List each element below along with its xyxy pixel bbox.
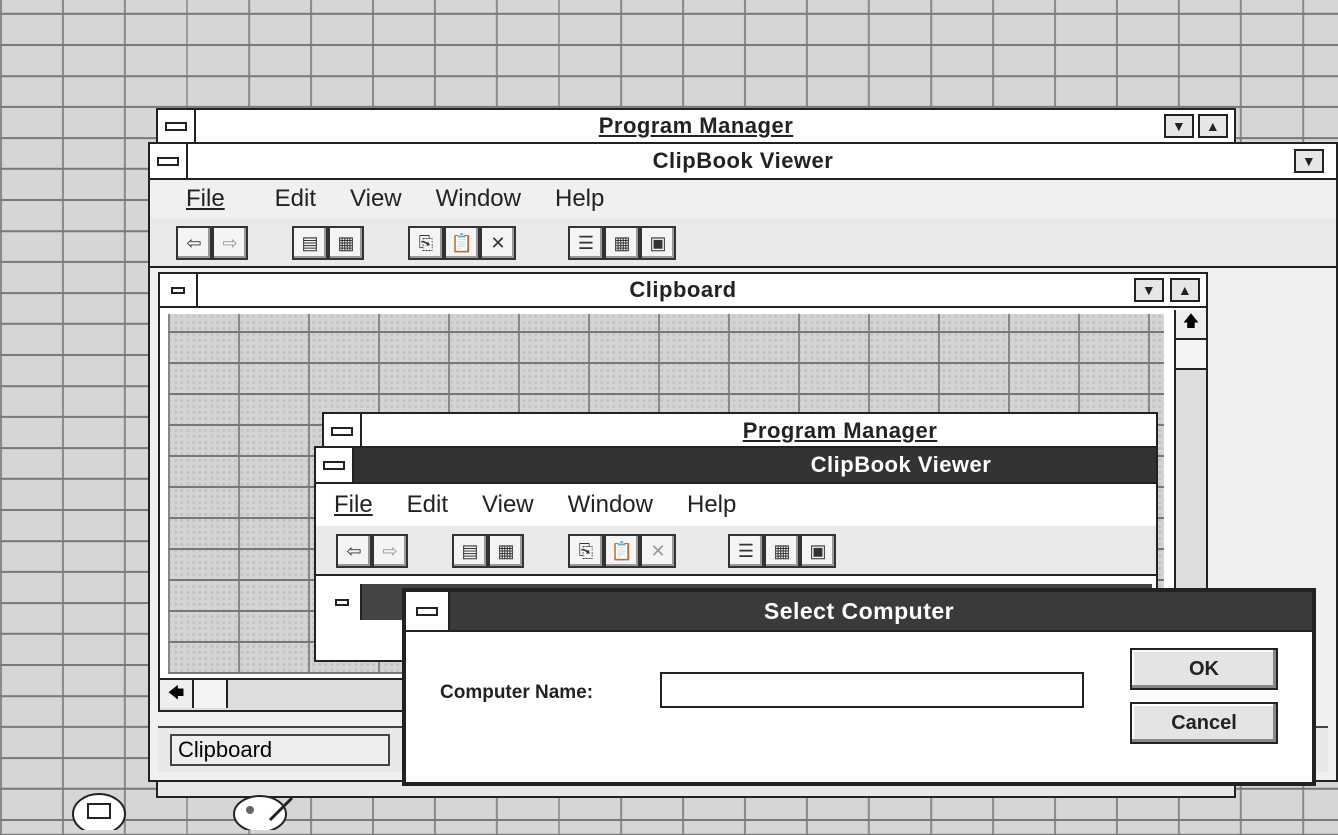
menu-view[interactable]: View: [350, 185, 402, 213]
clipboard-titlebar[interactable]: Clipboard ▼ ▲: [160, 274, 1206, 308]
paste-icon: 📋: [604, 534, 640, 568]
nested-menu-edit: Edit: [406, 491, 449, 518]
menu-help[interactable]: Help: [555, 185, 604, 213]
desktop-icon-1[interactable]: [66, 790, 132, 835]
nested-clipbook-title: ClipBook Viewer: [810, 452, 992, 477]
nested-menu-help: Help: [686, 491, 737, 518]
system-menu-icon: [165, 121, 187, 131]
nested-menu-file: File: [334, 491, 373, 518]
nested-system-menu: [324, 414, 362, 448]
clipbook-titlebar[interactable]: ClipBook Viewer ▼: [150, 144, 1336, 180]
clipboard-title: Clipboard: [629, 277, 737, 302]
maximize-button[interactable]: ▲: [1170, 278, 1200, 302]
program-manager-titlebar[interactable]: Program Manager ▼ ▲: [158, 110, 1234, 144]
program-group-icon: [72, 793, 126, 835]
disconnect-icon: ⇨: [372, 534, 408, 568]
desktop-icon-2[interactable]: [230, 790, 300, 833]
maximize-icon: ▲: [1177, 282, 1193, 298]
cancel-button[interactable]: Cancel: [1130, 702, 1278, 744]
nested-child-system-menu: [324, 584, 362, 620]
stop-sharing-icon[interactable]: ▦: [328, 226, 364, 260]
delete-icon[interactable]: ✕: [480, 226, 516, 260]
table-of-contents-icon: ☰: [728, 534, 764, 568]
share-icon[interactable]: ▤: [292, 226, 328, 260]
delete-icon: ✕: [640, 534, 676, 568]
menu-window[interactable]: Window: [436, 185, 521, 213]
thumbnails-icon[interactable]: ▦: [604, 226, 640, 260]
nested-toolbar: ⇦ ⇨ ▤ ▦ ⎘ 📋 ✕ ☰ ▦ ▣: [316, 526, 1156, 576]
nested-program-manager-title: Program Manager: [742, 418, 938, 443]
dialog-titlebar[interactable]: Select Computer: [406, 592, 1312, 632]
scroll-thumb[interactable]: [1176, 340, 1206, 370]
nested-system-menu: [316, 448, 354, 482]
scroll-left-arrow-icon[interactable]: 🡄: [160, 680, 194, 708]
clipbook-system-menu[interactable]: [150, 144, 188, 178]
paint-palette-icon: [233, 795, 294, 833]
disconnect-icon[interactable]: ⇨: [212, 226, 248, 260]
paste-icon[interactable]: 📋: [444, 226, 480, 260]
minimize-icon: ▼: [1301, 153, 1317, 169]
hscroll-thumb[interactable]: [194, 680, 228, 708]
dialog-system-menu[interactable]: [406, 592, 450, 630]
nested-menu-view: View: [482, 491, 534, 518]
menu-file-label: File: [186, 185, 225, 212]
clipbook-menubar: File Edit View Window Help: [150, 182, 1336, 216]
copy-icon: ⎘: [568, 534, 604, 568]
minimize-button[interactable]: ▼: [1294, 149, 1324, 173]
scroll-up-arrow-icon[interactable]: 🡅: [1176, 310, 1206, 340]
nested-clipbook-titlebar: ClipBook Viewer: [316, 448, 1156, 484]
program-manager-system-menu[interactable]: [158, 110, 196, 142]
maximize-button[interactable]: ▲: [1198, 114, 1228, 138]
maximize-icon: ▲: [1205, 118, 1221, 134]
nested-program-manager-titlebar: Program Manager: [324, 414, 1156, 450]
system-menu-icon: [335, 598, 349, 606]
table-of-contents-icon[interactable]: ☰: [568, 226, 604, 260]
select-computer-dialog: Select Computer Computer Name: OK Cancel: [402, 588, 1316, 786]
status-panel: Clipboard: [170, 734, 390, 766]
dialog-title: Select Computer: [763, 597, 955, 624]
nested-menubar: File Edit View Window Help: [316, 488, 1156, 522]
system-menu-icon: [171, 286, 185, 294]
connect-icon: ⇦: [336, 534, 372, 568]
computer-name-label: Computer Name:: [440, 682, 593, 704]
program-manager-title: Program Manager: [598, 113, 794, 138]
minimize-icon: ▼: [1141, 282, 1157, 298]
full-page-icon[interactable]: ▣: [640, 226, 676, 260]
minimize-button[interactable]: ▼: [1134, 278, 1164, 302]
system-menu-icon: [157, 156, 179, 166]
stop-sharing-icon: ▦: [488, 534, 524, 568]
menu-edit[interactable]: Edit: [275, 185, 316, 213]
clipbook-toolbar: ⇦ ⇨ ▤ ▦ ⎘ 📋 ✕ ☰ ▦ ▣: [150, 218, 1336, 268]
system-menu-icon: [323, 460, 345, 470]
ok-button-label: OK: [1189, 657, 1219, 680]
copy-icon[interactable]: ⎘: [408, 226, 444, 260]
thumbnails-icon: ▦: [764, 534, 800, 568]
clipboard-system-menu[interactable]: [160, 274, 198, 306]
minimize-button[interactable]: ▼: [1164, 114, 1194, 138]
connect-icon[interactable]: ⇦: [176, 226, 212, 260]
nested-menu-window: Window: [567, 491, 653, 518]
minimize-icon: ▼: [1171, 118, 1187, 134]
computer-name-input[interactable]: [660, 672, 1084, 708]
ok-button[interactable]: OK: [1130, 648, 1278, 690]
system-menu-icon: [416, 606, 438, 616]
system-menu-icon: [331, 426, 353, 436]
menu-file[interactable]: File: [168, 185, 241, 213]
cancel-button-label: Cancel: [1171, 711, 1237, 734]
clipbook-title: ClipBook Viewer: [652, 148, 834, 173]
computer-name-label-text: Computer Name:: [440, 682, 594, 703]
full-page-icon: ▣: [800, 534, 836, 568]
share-icon: ▤: [452, 534, 488, 568]
status-text: Clipboard: [178, 737, 273, 762]
